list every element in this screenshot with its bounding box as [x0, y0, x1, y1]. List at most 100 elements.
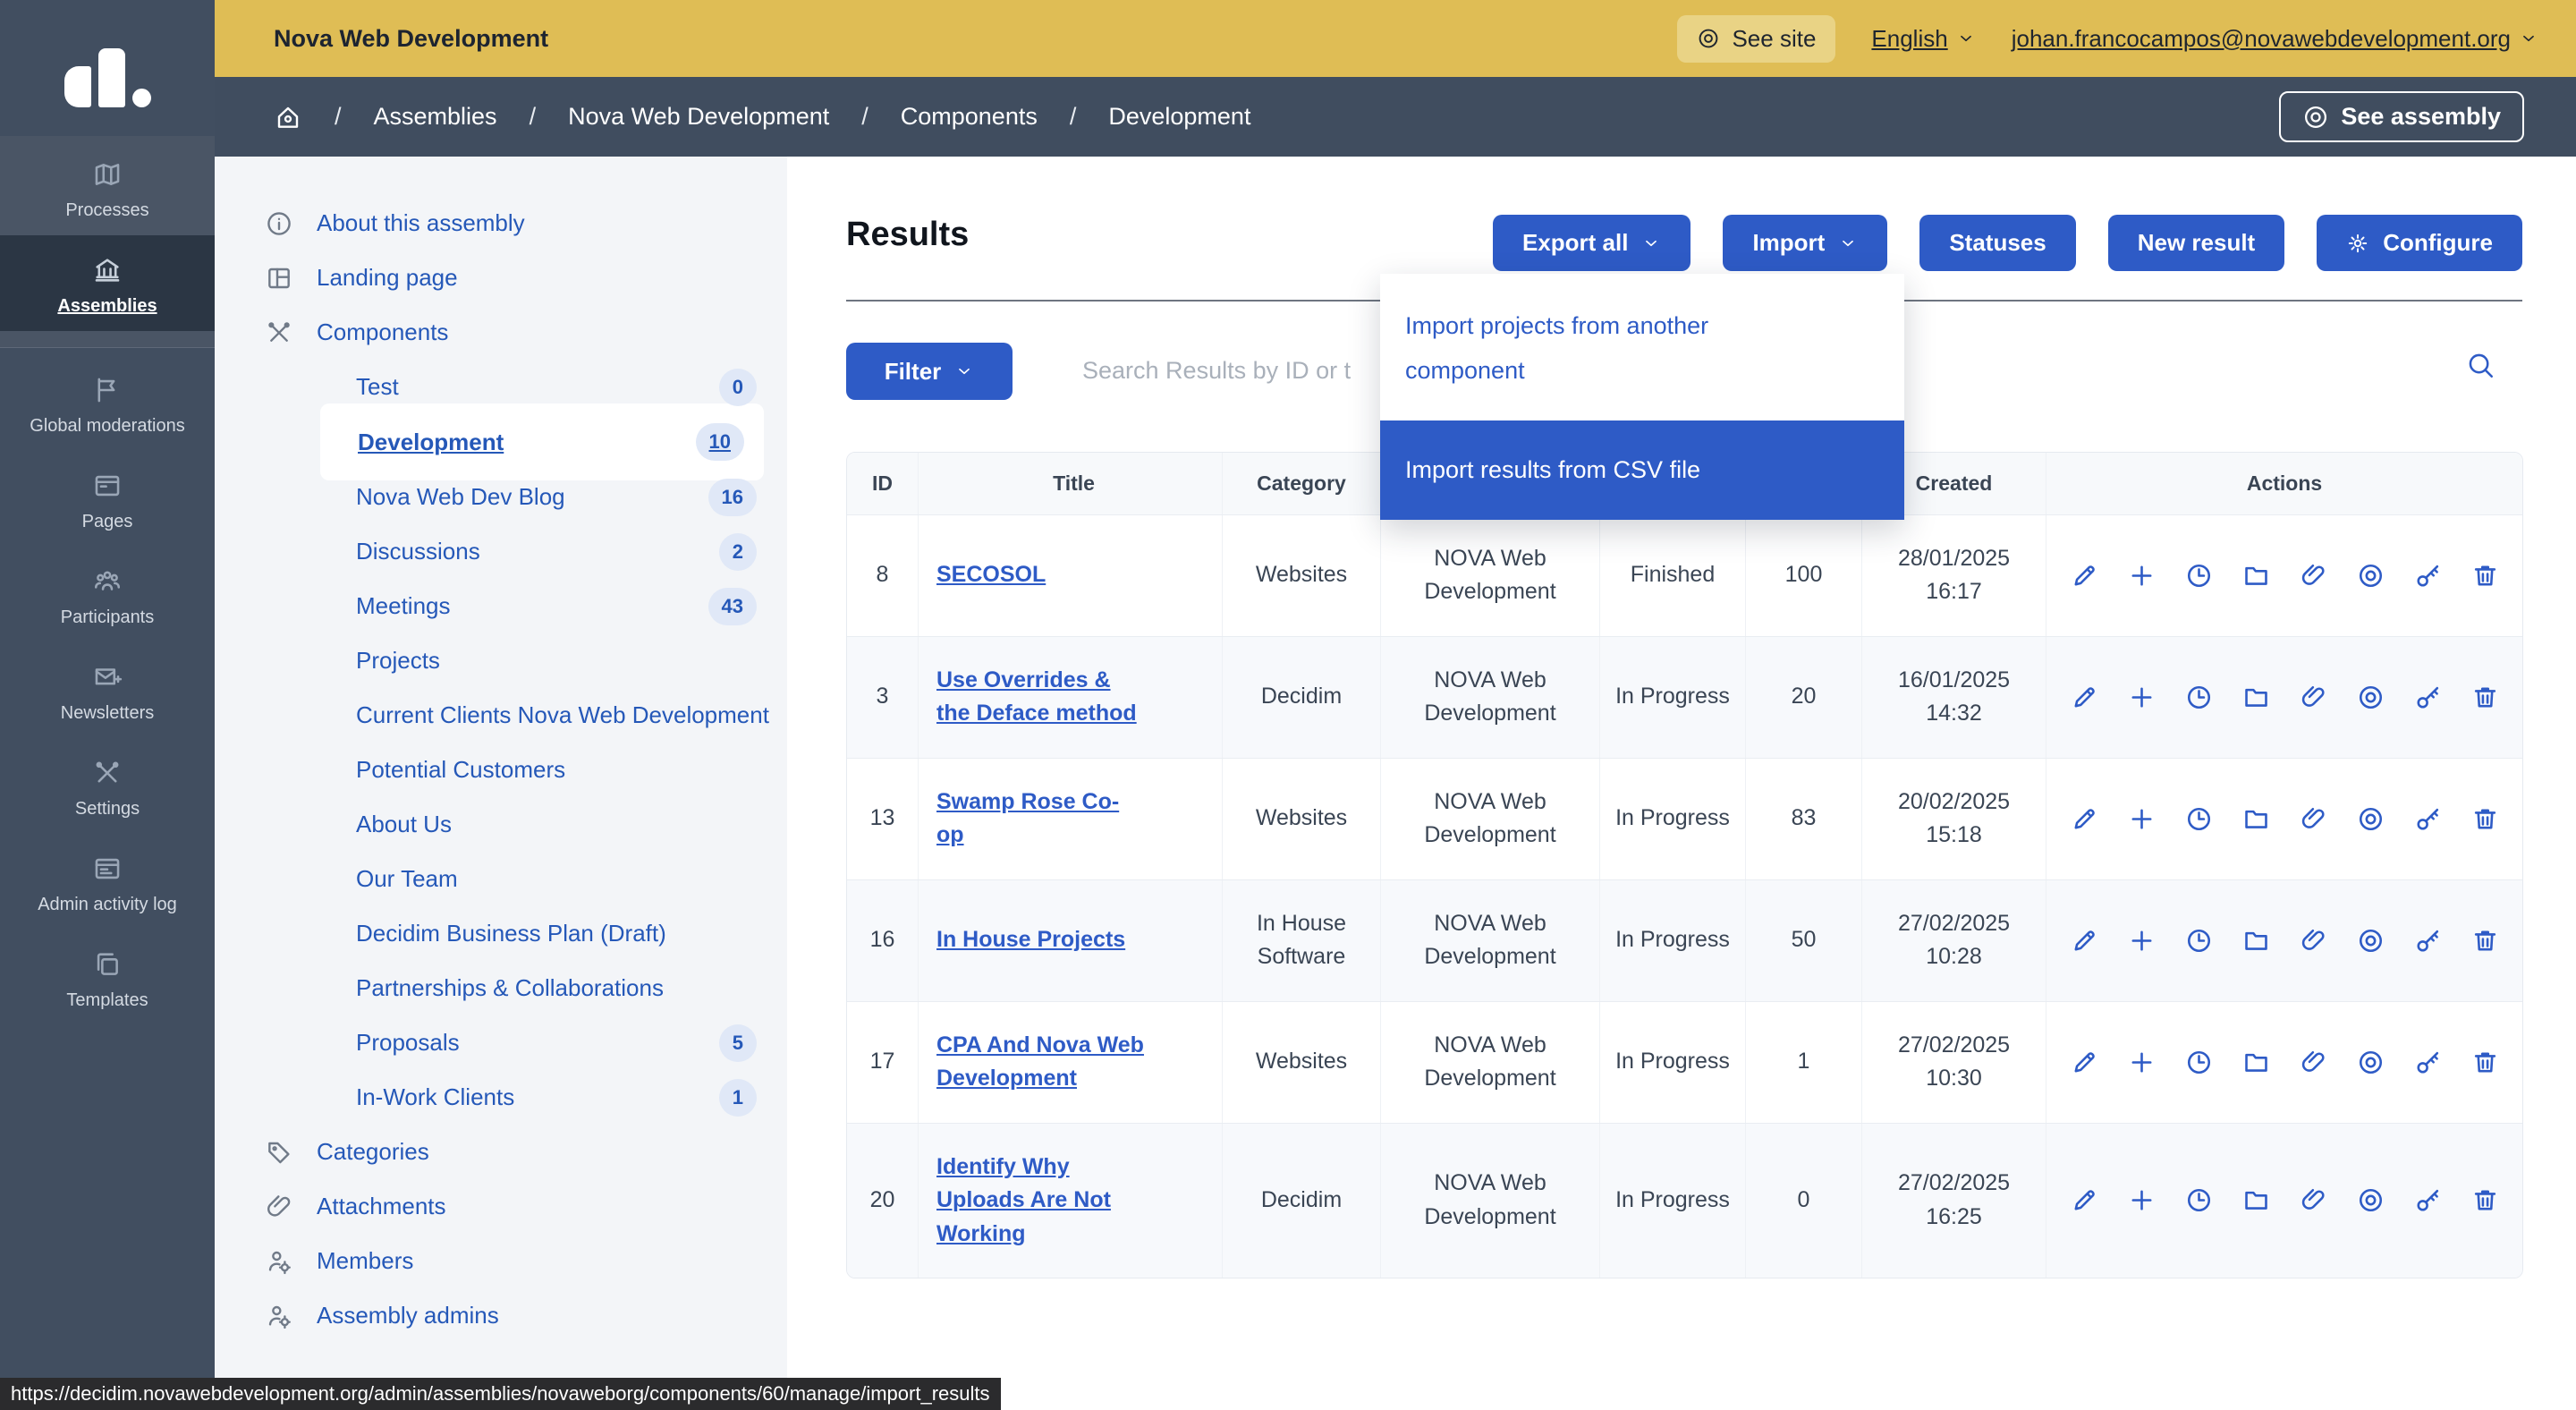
sidebar-item[interactable]: Processes: [0, 140, 215, 235]
permissions-icon[interactable]: [2414, 1049, 2442, 1076]
result-title-link[interactable]: SECOSOL: [936, 558, 1046, 592]
subnav-item[interactable]: Current Clients Nova Web Development: [215, 688, 787, 743]
home-icon[interactable]: [274, 103, 302, 132]
subnav-item[interactable]: Landing page: [215, 251, 787, 305]
sidebar-item[interactable]: Participants: [0, 547, 215, 642]
add-icon[interactable]: [2128, 1049, 2156, 1076]
edit-icon[interactable]: [2071, 927, 2098, 955]
sidebar-item[interactable]: Newsletters: [0, 642, 215, 738]
subnav-item[interactable]: Decidim Business Plan (Draft): [215, 906, 787, 961]
see-site-button[interactable]: See site: [1677, 15, 1835, 63]
breadcrumb-item[interactable]: Nova Web Development: [530, 103, 830, 131]
subnav-item[interactable]: Partnerships & Collaborations: [215, 961, 787, 1015]
new-result-button[interactable]: New result: [2108, 215, 2285, 271]
result-title-link[interactable]: Use Overrides & the Deface method: [936, 664, 1146, 731]
breadcrumb-item[interactable]: Development: [1070, 103, 1251, 131]
result-title-link[interactable]: Swamp Rose Co-op: [936, 786, 1146, 853]
preview-icon[interactable]: [2357, 684, 2385, 711]
import-dropdown-item[interactable]: Import projects from another component: [1380, 274, 1904, 420]
subnav-item[interactable]: Proposals 5: [215, 1015, 787, 1070]
subnav-item[interactable]: About Us: [215, 797, 787, 852]
subnav-item[interactable]: Assembly admins: [215, 1288, 787, 1343]
permissions-icon[interactable]: [2414, 805, 2442, 833]
permissions-icon[interactable]: [2414, 562, 2442, 590]
history-icon[interactable]: [2185, 1186, 2213, 1214]
subnav-item[interactable]: In-Work Clients 1: [215, 1070, 787, 1125]
permissions-icon[interactable]: [2414, 1186, 2442, 1214]
sidebar-item[interactable]: Assemblies: [0, 235, 215, 331]
import-dropdown-item[interactable]: Import results from CSV file: [1380, 420, 1904, 520]
edit-icon[interactable]: [2071, 562, 2098, 590]
result-title-link[interactable]: CPA And Nova Web Development: [936, 1029, 1146, 1096]
subnav-item[interactable]: Our Team: [215, 852, 787, 906]
subnav-item[interactable]: Nova Web Dev Blog 16: [215, 470, 787, 524]
folder-icon[interactable]: [2242, 1186, 2270, 1214]
delete-icon[interactable]: [2471, 1186, 2499, 1214]
subnav-item[interactable]: Projects: [215, 633, 787, 688]
permissions-icon[interactable]: [2414, 684, 2442, 711]
attachments-icon[interactable]: [2300, 1049, 2327, 1076]
edit-icon[interactable]: [2071, 805, 2098, 833]
add-icon[interactable]: [2128, 805, 2156, 833]
attachments-icon[interactable]: [2300, 805, 2327, 833]
history-icon[interactable]: [2185, 684, 2213, 711]
delete-icon[interactable]: [2471, 684, 2499, 711]
configure-button[interactable]: Configure: [2317, 215, 2522, 271]
edit-icon[interactable]: [2071, 1186, 2098, 1214]
add-icon[interactable]: [2128, 1186, 2156, 1214]
history-icon[interactable]: [2185, 805, 2213, 833]
breadcrumb-item[interactable]: Assemblies: [335, 103, 497, 131]
attachments-icon[interactable]: [2300, 1186, 2327, 1214]
user-menu[interactable]: johan.francocampos@novawebdevelopment.or…: [2012, 25, 2538, 53]
subnav-item[interactable]: Discussions 2: [215, 524, 787, 579]
filter-button[interactable]: Filter: [846, 343, 1013, 400]
preview-icon[interactable]: [2357, 1186, 2385, 1214]
delete-icon[interactable]: [2471, 562, 2499, 590]
history-icon[interactable]: [2185, 562, 2213, 590]
result-title-link[interactable]: In House Projects: [936, 923, 1125, 957]
sidebar-item[interactable]: Admin activity log: [0, 834, 215, 930]
attachments-icon[interactable]: [2300, 684, 2327, 711]
folder-icon[interactable]: [2242, 927, 2270, 955]
add-icon[interactable]: [2128, 927, 2156, 955]
subnav-item[interactable]: Meetings 43: [215, 579, 787, 633]
edit-icon[interactable]: [2071, 684, 2098, 711]
preview-icon[interactable]: [2357, 805, 2385, 833]
folder-icon[interactable]: [2242, 562, 2270, 590]
folder-icon[interactable]: [2242, 1049, 2270, 1076]
subnav-item[interactable]: Attachments: [215, 1179, 787, 1234]
attachments-icon[interactable]: [2300, 927, 2327, 955]
subnav-item[interactable]: Potential Customers: [215, 743, 787, 797]
preview-icon[interactable]: [2357, 1049, 2385, 1076]
sidebar-item[interactable]: Templates: [0, 930, 215, 1025]
see-assembly-button[interactable]: See assembly: [2279, 91, 2524, 142]
folder-icon[interactable]: [2242, 684, 2270, 711]
subnav-item[interactable]: Members: [215, 1234, 787, 1288]
delete-icon[interactable]: [2471, 805, 2499, 833]
folder-icon[interactable]: [2242, 805, 2270, 833]
sidebar-item[interactable]: Pages: [0, 451, 215, 547]
history-icon[interactable]: [2185, 1049, 2213, 1076]
edit-icon[interactable]: [2071, 1049, 2098, 1076]
attachments-icon[interactable]: [2300, 562, 2327, 590]
sidebar-item[interactable]: Global moderations: [0, 355, 215, 451]
statuses-button[interactable]: Statuses: [1919, 215, 2075, 271]
search-icon[interactable]: [2465, 350, 2496, 380]
import-button[interactable]: Import: [1723, 215, 1887, 271]
preview-icon[interactable]: [2357, 562, 2385, 590]
sidebar-item[interactable]: Settings: [0, 738, 215, 834]
history-icon[interactable]: [2185, 927, 2213, 955]
export-all-button[interactable]: Export all: [1493, 215, 1690, 271]
delete-icon[interactable]: [2471, 927, 2499, 955]
permissions-icon[interactable]: [2414, 927, 2442, 955]
add-icon[interactable]: [2128, 684, 2156, 711]
result-title-link[interactable]: Identify Why Uploads Are Not Working: [936, 1151, 1146, 1252]
breadcrumb-item[interactable]: Components: [861, 103, 1038, 131]
preview-icon[interactable]: [2357, 927, 2385, 955]
add-icon[interactable]: [2128, 562, 2156, 590]
subnav-item[interactable]: About this assembly: [215, 196, 787, 251]
subnav-item[interactable]: Components: [215, 305, 787, 360]
subnav-item[interactable]: Categories: [215, 1125, 787, 1179]
delete-icon[interactable]: [2471, 1049, 2499, 1076]
language-selector[interactable]: English: [1871, 25, 1975, 53]
